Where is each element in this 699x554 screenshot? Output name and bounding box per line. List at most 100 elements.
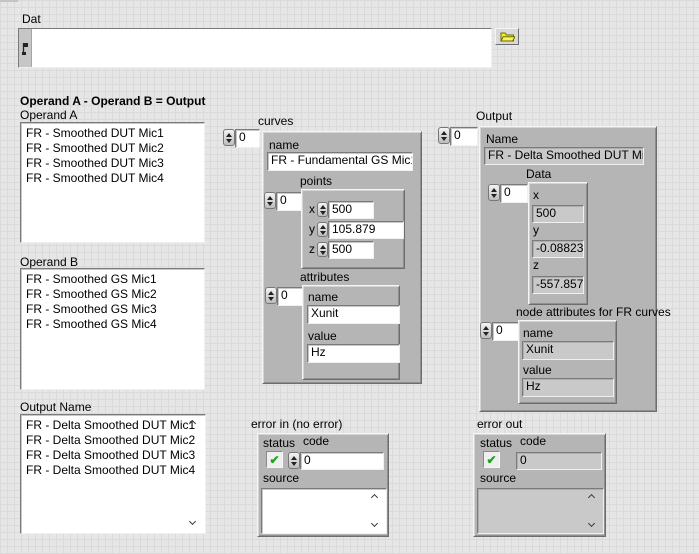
error-in-source-field[interactable] [261, 488, 387, 534]
output-name-label: Output Name [20, 401, 91, 414]
increment-icon[interactable] [320, 225, 326, 229]
output-index-field[interactable]: 0 [450, 127, 478, 146]
error-in-code-spinner[interactable] [288, 452, 300, 469]
attribute-value-field[interactable]: Hz [307, 344, 400, 363]
increment-icon[interactable] [483, 326, 489, 330]
browse-button[interactable] [495, 28, 519, 45]
list-item[interactable]: FR - Smoothed GS Mic2 [26, 287, 204, 302]
curves-index-spinner[interactable] [223, 129, 235, 146]
decrement-icon[interactable] [491, 194, 497, 198]
curves-name-label: name [269, 139, 299, 152]
error-in-label: error in (no error) [251, 418, 342, 431]
data-y-label: y [533, 224, 539, 237]
scroll-up-icon[interactable] [587, 492, 596, 501]
path-control [18, 28, 492, 68]
point-x-spinner[interactable] [317, 202, 328, 217]
node-attribute-name-label: name [523, 327, 553, 340]
increment-icon[interactable] [441, 131, 447, 135]
scroll-up-icon[interactable] [188, 418, 197, 427]
decrement-icon[interactable] [320, 211, 326, 215]
output-name-field-label: Name [486, 133, 518, 146]
decrement-icon[interactable] [320, 231, 326, 235]
attributes-label: attributes [300, 271, 349, 284]
list-item[interactable]: FR - Smoothed DUT Mic4 [26, 171, 204, 186]
decrement-icon[interactable] [267, 202, 273, 206]
increment-icon[interactable] [491, 188, 497, 192]
increment-icon[interactable] [291, 456, 297, 460]
attribute-name-field[interactable]: Xunit [307, 305, 400, 324]
path-type-strip [19, 29, 32, 67]
increment-icon[interactable] [267, 196, 273, 200]
data-label: Data [526, 168, 551, 181]
node-attribute-name-field: Xunit [522, 341, 614, 360]
list-item[interactable]: FR - Smoothed GS Mic1 [26, 272, 204, 287]
path-control-label: Dat [22, 13, 41, 26]
node-attribute-value-field: Hz [522, 378, 614, 397]
curves-label: curves [258, 115, 293, 128]
error-in-code-field[interactable]: 0 [300, 452, 384, 470]
node-attribute-value-label: value [523, 364, 552, 377]
output-name-value-field: FR - Delta Smoothed DUT Mic1 [484, 147, 644, 165]
increment-icon[interactable] [226, 133, 232, 137]
error-in-status-checkbox[interactable]: ✔ [266, 451, 283, 468]
data-x-label: x [533, 189, 539, 202]
scroll-up-icon[interactable] [370, 492, 379, 501]
decrement-icon[interactable] [291, 462, 297, 466]
output-label: Output [476, 110, 512, 123]
list-item[interactable]: FR - Smoothed GS Mic4 [26, 317, 204, 332]
error-in-status-label: status [263, 437, 295, 450]
point-y-field[interactable]: 105.879 [328, 221, 404, 239]
data-y-field: -0.08823 [532, 240, 584, 258]
scroll-down-icon[interactable] [370, 520, 379, 529]
checkmark-icon: ✔ [486, 453, 496, 467]
points-index-field[interactable]: 0 [276, 192, 304, 211]
list-item[interactable]: FR - Smoothed DUT Mic3 [26, 156, 204, 171]
list-item[interactable]: FR - Smoothed DUT Mic1 [26, 126, 204, 141]
output-index-spinner[interactable] [438, 127, 450, 144]
list-item[interactable]: FR - Delta Smoothed DUT Mic1 [26, 418, 205, 433]
curves-index-field[interactable]: 0 [235, 129, 260, 148]
operand-a-label: Operand A [20, 109, 77, 122]
point-x-field[interactable]: 500 [328, 201, 374, 219]
node-attributes-index-spinner[interactable] [480, 322, 492, 339]
data-x-field: 500 [532, 205, 584, 223]
increment-icon[interactable] [268, 291, 274, 295]
point-z-field[interactable]: 500 [328, 241, 374, 259]
data-index-field[interactable]: 0 [500, 184, 528, 203]
operand-a-listbox[interactable]: FR - Smoothed DUT Mic1 FR - Smoothed DUT… [20, 122, 205, 243]
heading: Operand A - Operand B = Output [20, 95, 205, 108]
decrement-icon[interactable] [441, 137, 447, 141]
list-item[interactable]: FR - Smoothed DUT Mic2 [26, 141, 204, 156]
node-attributes-index-field[interactable]: 0 [492, 322, 520, 341]
error-out-source-field [477, 488, 604, 534]
list-item[interactable]: FR - Delta Smoothed DUT Mic4 [26, 463, 205, 478]
error-out-status-label: status [480, 437, 512, 450]
attributes-index-spinner[interactable] [265, 287, 277, 304]
decrement-icon[interactable] [483, 332, 489, 336]
point-z-spinner[interactable] [317, 242, 328, 257]
operand-b-listbox[interactable]: FR - Smoothed GS Mic1 FR - Smoothed GS M… [20, 268, 205, 390]
increment-icon[interactable] [320, 205, 326, 209]
output-name-listbox[interactable]: FR - Delta Smoothed DUT Mic1 FR - Delta … [20, 414, 206, 534]
attribute-value-label: value [308, 330, 337, 343]
scroll-down-icon[interactable] [188, 518, 197, 527]
data-index-spinner[interactable] [488, 184, 500, 201]
error-out-code-field: 0 [516, 452, 602, 470]
decrement-icon[interactable] [226, 139, 232, 143]
path-icon [21, 42, 30, 56]
attributes-index-field[interactable]: 0 [277, 287, 305, 306]
curves-name-field[interactable]: FR - Fundamental GS Mic1 [267, 152, 413, 171]
point-y-label: y [309, 223, 315, 236]
path-input[interactable] [32, 29, 491, 67]
scroll-down-icon[interactable] [587, 520, 596, 529]
decrement-icon[interactable] [268, 297, 274, 301]
error-in-source-label: source [263, 472, 299, 485]
decrement-icon[interactable] [320, 251, 326, 255]
list-item[interactable]: FR - Delta Smoothed DUT Mic3 [26, 448, 205, 463]
point-y-spinner[interactable] [317, 222, 328, 237]
point-x-label: x [309, 203, 315, 216]
list-item[interactable]: FR - Smoothed GS Mic3 [26, 302, 204, 317]
list-item[interactable]: FR - Delta Smoothed DUT Mic2 [26, 433, 205, 448]
increment-icon[interactable] [320, 245, 326, 249]
points-index-spinner[interactable] [264, 192, 276, 209]
